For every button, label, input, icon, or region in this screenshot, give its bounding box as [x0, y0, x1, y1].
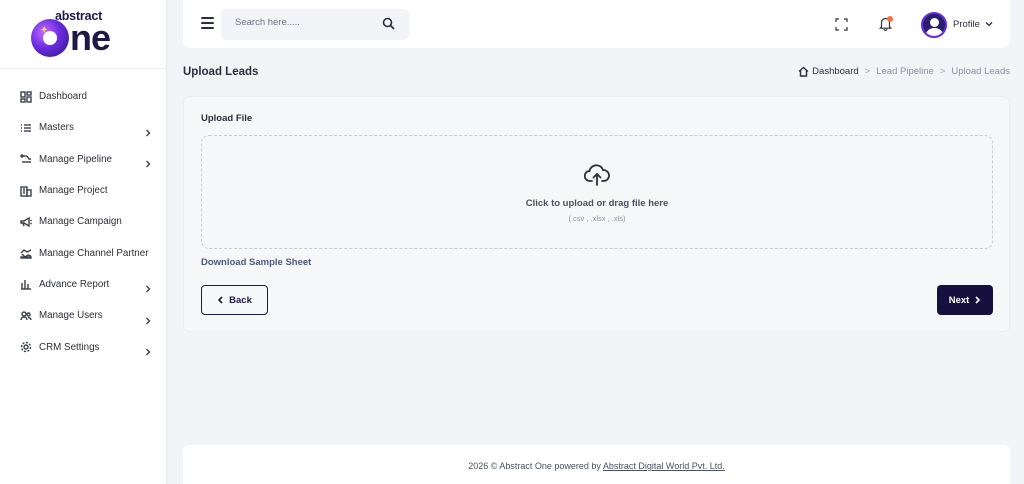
brand-logo[interactable]: abstract ✦ ne [0, 0, 166, 69]
breadcrumb-separator: > [939, 66, 946, 77]
breadcrumb-dashboard[interactable]: Dashboard [798, 66, 859, 77]
sidebar-item-label: CRM Settings [39, 341, 100, 353]
sidebar-item-label: Manage Project [39, 185, 108, 197]
chevron-right-icon [975, 296, 981, 304]
search-box [221, 9, 409, 40]
footer-company-link[interactable]: Abstract Digital World Pvt. Ltd. [603, 461, 725, 471]
logo-wordmark-rest: ne [70, 17, 111, 58]
back-button[interactable]: Back [201, 285, 268, 315]
sidebar-item-label: Manage Pipeline [39, 153, 112, 165]
next-button-label: Next [948, 294, 970, 306]
notification-badge [887, 16, 893, 22]
sidebar: abstract ✦ ne Dashboard Masters Manage P… [0, 0, 167, 484]
sidebar-item-manage-channel-partner[interactable]: Manage Channel Partner [0, 237, 166, 268]
next-button[interactable]: Next [937, 285, 993, 315]
avatar[interactable] [921, 12, 947, 38]
star-icon: ✦ [40, 25, 49, 36]
footer: 2026 © Abstract One powered by Abstract … [183, 445, 1010, 484]
cloud-upload-icon [584, 164, 610, 186]
sidebar-item-dashboard[interactable]: Dashboard [0, 81, 166, 112]
dropzone-instruction: Click to upload or drag file here [525, 198, 669, 209]
sidebar-item-manage-campaign[interactable]: Manage Campaign [0, 206, 166, 237]
chevron-right-icon [144, 280, 152, 293]
file-dropzone[interactable]: Click to upload or drag file here (.csv … [201, 135, 993, 249]
chevron-left-icon [218, 296, 223, 304]
chevron-right-icon [144, 312, 152, 325]
users-icon [20, 310, 32, 322]
sidebar-item-label: Manage Campaign [39, 216, 122, 228]
sidebar-item-label: Manage Channel Partner [39, 247, 149, 259]
sidebar-item-manage-project[interactable]: Manage Project [0, 175, 166, 206]
logo-mark: abstract ✦ ne [31, 9, 135, 59]
download-sample-link[interactable]: Download Sample Sheet [201, 257, 311, 268]
list-icon [20, 122, 32, 134]
logo-wordmark-main: ✦ ne [31, 17, 111, 58]
breadcrumb-separator: > [864, 66, 871, 77]
fullscreen-icon[interactable] [835, 18, 848, 31]
search-input[interactable] [235, 17, 375, 28]
hamburger-menu-icon[interactable] [201, 17, 214, 29]
breadcrumb-upload-leads: Upload Leads [951, 66, 1010, 77]
chevron-right-icon [144, 124, 152, 137]
sidebar-item-label: Masters [39, 122, 74, 134]
sidebar-item-label: Advance Report [39, 278, 110, 290]
home-icon [798, 66, 809, 77]
breadcrumb-lead-pipeline[interactable]: Lead Pipeline [876, 66, 934, 77]
upload-file-label: Upload File [201, 113, 253, 124]
profile-label[interactable]: Profile [953, 19, 980, 30]
footer-text: 2026 © Abstract One powered by [468, 461, 603, 471]
page-title: Upload Leads [183, 66, 259, 78]
back-button-label: Back [229, 294, 252, 306]
pipeline-icon [20, 153, 32, 165]
sidebar-item-advance-report[interactable]: Advance Report [0, 269, 166, 300]
search-icon[interactable] [382, 17, 395, 30]
dashboard-icon [20, 90, 32, 103]
sidebar-item-masters[interactable]: Masters [0, 112, 166, 143]
upload-card: Upload File Click to upload or drag file… [183, 96, 1010, 332]
logo-o-mark: ✦ [31, 19, 69, 57]
building-icon [20, 185, 32, 197]
megaphone-icon [20, 216, 32, 228]
bar-chart-icon [20, 278, 32, 291]
gear-icon [20, 341, 32, 353]
sidebar-item-label: Manage Users [39, 310, 103, 322]
chevron-down-icon[interactable] [985, 20, 993, 28]
breadcrumb-label: Dashboard [812, 66, 859, 77]
breadcrumb: Dashboard > Lead Pipeline > Upload Leads [798, 66, 1010, 77]
dropzone-formats: (.csv , .xlsx , .xls) [568, 214, 626, 223]
sidebar-item-label: Dashboard [39, 91, 87, 103]
chevron-right-icon [144, 343, 152, 356]
chevron-right-icon [144, 155, 152, 168]
sidebar-item-crm-settings[interactable]: CRM Settings [0, 331, 166, 362]
top-bar: Profile [183, 0, 1010, 48]
sidebar-menu: Dashboard Masters Manage Pipeline Manage… [0, 69, 166, 363]
handshake-icon [20, 247, 32, 259]
sidebar-item-manage-pipeline[interactable]: Manage Pipeline [0, 144, 166, 175]
sidebar-item-manage-users[interactable]: Manage Users [0, 300, 166, 331]
